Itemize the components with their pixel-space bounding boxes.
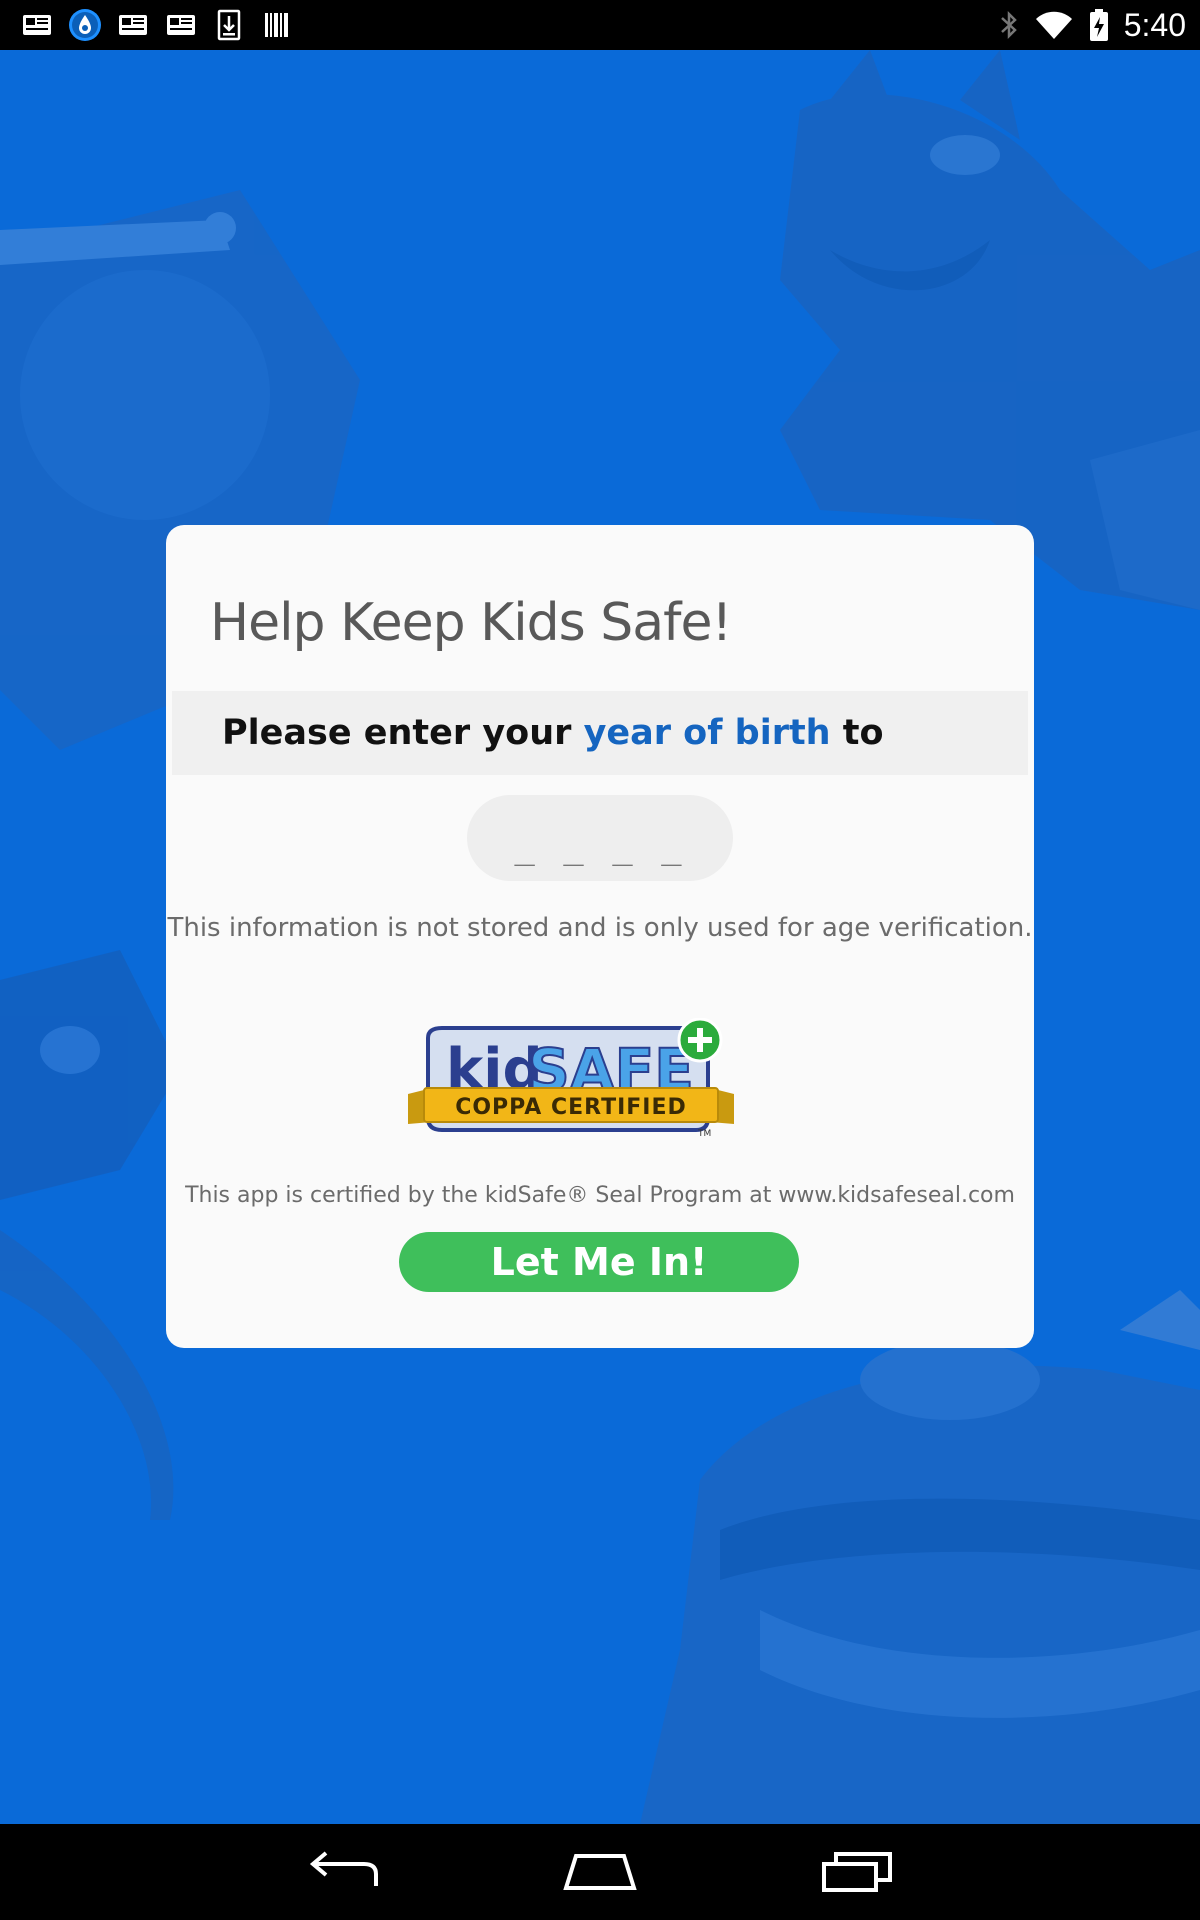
birth-year-prompt: Please enter your year of birth to [172,691,1028,775]
logo-tm-text: TM [697,1129,711,1139]
clock: 5:40 [1123,6,1186,43]
dialog-title: Help Keep Kids Safe! [210,593,732,653]
news-icon [164,8,198,42]
status-bar: 5:40 [0,0,1200,50]
water-drop-icon [68,8,102,42]
back-icon[interactable] [298,1842,388,1902]
system-status: 5:40 [998,0,1186,50]
barcode-icon [260,8,294,42]
bluetooth-icon [998,9,1020,41]
year-input-placeholder: _ _ _ _ [514,827,686,867]
certification-text: This app is certified by the kidSafe® Se… [185,1183,1015,1208]
battery-charging-icon [1088,8,1110,42]
home-icon[interactable] [555,1842,645,1902]
download-icon [212,8,246,42]
kidsafe-coppa-logo: kid SAFE COPPA CERTIFIED TM [406,1017,736,1140]
prompt-text-highlight: year of birth [583,713,831,753]
prompt-text-after: to [830,713,884,753]
news-icon [116,8,150,42]
prompt-text-before: Please enter your [222,713,584,753]
app-background: Help Keep Kids Safe! Please enter your y… [0,50,1200,1824]
notification-icons [20,8,294,42]
privacy-info-text: This information is not stored and is on… [167,913,1033,943]
news-icon [20,8,54,42]
recents-icon[interactable] [812,1842,902,1902]
wifi-icon [1034,9,1074,41]
logo-ribbon-text: COPPA CERTIFIED [455,1095,687,1120]
navigation-bar [0,1824,1200,1920]
age-gate-dialog: Help Keep Kids Safe! Please enter your y… [166,525,1034,1348]
let-me-in-button[interactable]: Let Me In! [399,1232,799,1292]
year-of-birth-input[interactable]: _ _ _ _ [467,795,733,881]
